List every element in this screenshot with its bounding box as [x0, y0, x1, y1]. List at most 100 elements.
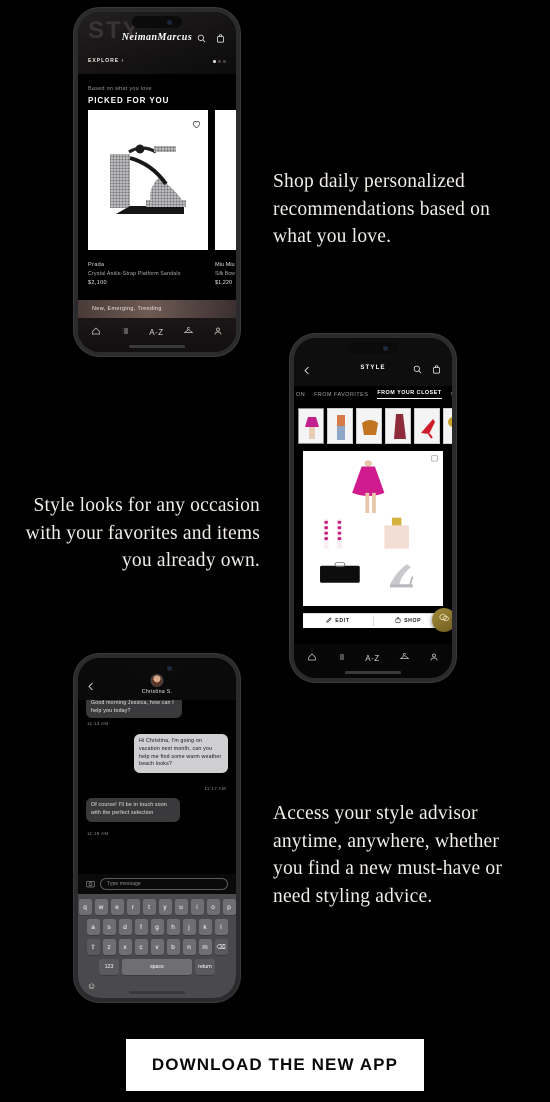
download-app-label: DOWNLOAD THE NEW APP: [151, 1055, 399, 1074]
key-n[interactable]: n: [182, 939, 196, 955]
nav-hanger-icon[interactable]: [183, 323, 194, 341]
back-arrow-icon[interactable]: [303, 362, 311, 380]
shop-label: SHOP: [404, 618, 422, 624]
nav-home-icon[interactable]: [307, 649, 317, 667]
key-k[interactable]: k: [198, 919, 212, 935]
key-u[interactable]: u: [174, 899, 188, 915]
nav-az-label[interactable]: A-Z: [365, 654, 379, 663]
key-t[interactable]: t: [142, 899, 156, 915]
key-v[interactable]: v: [150, 939, 164, 955]
search-icon[interactable]: [413, 361, 422, 379]
key-y[interactable]: y: [158, 899, 172, 915]
product-card[interactable]: [88, 110, 208, 256]
copy-block-1: Shop daily personalized recommendations …: [273, 171, 491, 248]
back-arrow-icon[interactable]: [87, 678, 95, 696]
chat-timestamp: 11:17 AM: [204, 786, 226, 791]
product-brand: Prada: [88, 262, 105, 268]
nav-az-label[interactable]: A-Z: [149, 328, 163, 337]
nav-hanger-icon[interactable]: [399, 649, 410, 667]
emoji-icon[interactable]: ☺: [87, 981, 96, 991]
nav-home-icon[interactable]: [91, 323, 101, 341]
chat-bubble-incoming: Of course! I'll be in touch soon with th…: [86, 798, 180, 822]
chevron-right-icon: ›: [121, 58, 125, 64]
chat-timestamp: 11:13 AM: [87, 721, 109, 726]
email-promo-page: STY NeimanMarcus EXPLORE › Based on what…: [0, 0, 550, 1102]
dot: [218, 60, 221, 63]
keyboard-row-1: q w e r t y u i o p: [78, 899, 236, 915]
key-shift[interactable]: ⇧: [86, 939, 100, 955]
key-backspace[interactable]: ⌫: [214, 939, 228, 955]
look-thumbnail-strip[interactable]: [294, 406, 452, 446]
onscreen-keyboard[interactable]: q w e r t y u i o p a s d f g h j k l ⇧ …: [78, 894, 236, 998]
thumbnail-look[interactable]: [327, 408, 353, 444]
copy-block-3: Access your style advisor anytime, anywh…: [273, 803, 503, 908]
board-actions[interactable]: EDIT SHOP: [303, 613, 443, 628]
thumbnail-look[interactable]: [385, 408, 411, 444]
carousel-dots[interactable]: [213, 60, 226, 63]
camera-attachment-icon[interactable]: [86, 875, 95, 893]
message-input[interactable]: Type message: [100, 878, 228, 890]
key-space[interactable]: space: [122, 959, 192, 975]
tab-on[interactable]: ON: [296, 392, 305, 398]
search-icon[interactable]: [197, 30, 206, 48]
shopping-bag-icon[interactable]: [432, 361, 441, 379]
section-subtitle: Based on what you love: [88, 86, 152, 92]
key-f[interactable]: f: [134, 919, 148, 935]
thumbnail-look[interactable]: [414, 408, 440, 444]
explore-link[interactable]: EXPLORE ›: [88, 58, 124, 64]
key-l[interactable]: l: [214, 919, 228, 935]
thumbnail-look[interactable]: [356, 408, 382, 444]
keyboard-row-4: 123 space return: [81, 959, 233, 975]
key-x[interactable]: x: [118, 939, 132, 955]
key-w[interactable]: w: [94, 899, 108, 915]
nav-account-icon[interactable]: [429, 649, 439, 667]
tab-from-your-closet[interactable]: FROM YOUR CLOSET: [377, 390, 442, 399]
phone2-screen: STYLE ON FROM FAVORITES FROM YOUR CLOSET…: [294, 338, 452, 678]
key-c[interactable]: c: [134, 939, 148, 955]
thumbnail-look[interactable]: [298, 408, 324, 444]
key-h[interactable]: h: [166, 919, 180, 935]
product-price: $1,220: [215, 280, 233, 286]
key-g[interactable]: g: [150, 919, 164, 935]
edit-button[interactable]: EDIT: [303, 617, 373, 625]
promo-banner[interactable]: New, Emerging, Trending: [78, 300, 236, 318]
key-i[interactable]: i: [190, 899, 204, 915]
shopping-bag-icon[interactable]: [216, 30, 225, 48]
section-title: PICKED FOR YOU: [88, 96, 170, 105]
nav-list-icon[interactable]: [336, 649, 346, 667]
product-carousel[interactable]: [88, 110, 236, 256]
chat-icon: [438, 611, 450, 629]
key-numbers[interactable]: 123: [99, 959, 119, 975]
key-o[interactable]: o: [206, 899, 220, 915]
key-z[interactable]: z: [102, 939, 116, 955]
key-e[interactable]: e: [110, 899, 124, 915]
nav-list-icon[interactable]: [120, 323, 130, 341]
download-app-button[interactable]: DOWNLOAD THE NEW APP: [126, 1039, 424, 1091]
key-b[interactable]: b: [166, 939, 180, 955]
key-s[interactable]: s: [102, 919, 116, 935]
key-r[interactable]: r: [126, 899, 140, 915]
message-composer[interactable]: Type message: [78, 874, 236, 894]
message-placeholder: Type message: [107, 881, 141, 887]
tab-from-favorites[interactable]: FROM FAVORITES: [314, 392, 368, 398]
dot-active: [213, 60, 216, 63]
chat-advisor-fab[interactable]: [432, 608, 452, 632]
key-j[interactable]: j: [182, 919, 196, 935]
tab-sa[interactable]: SA: [451, 392, 452, 398]
key-a[interactable]: a: [86, 919, 100, 935]
nav-account-icon[interactable]: [213, 323, 223, 341]
key-q[interactable]: q: [78, 899, 92, 915]
product-image-sandal: [88, 110, 208, 250]
key-m[interactable]: m: [198, 939, 212, 955]
product-card[interactable]: [215, 110, 236, 256]
key-return[interactable]: return: [195, 959, 215, 975]
product-meta-1: Prada Crystal Ankle-Strap Platform Sanda…: [88, 262, 236, 286]
phone-notch: [132, 662, 182, 674]
thumbnail-look[interactable]: [443, 408, 452, 444]
key-p[interactable]: p: [222, 899, 236, 915]
style-collage-board[interactable]: [303, 451, 443, 606]
style-tabs[interactable]: ON FROM FAVORITES FROM YOUR CLOSET SA: [294, 386, 452, 403]
favorite-heart-icon[interactable]: [192, 116, 201, 134]
product-desc: Crystal Ankle-Strap Platform Sandals: [88, 271, 181, 277]
key-d[interactable]: d: [118, 919, 132, 935]
